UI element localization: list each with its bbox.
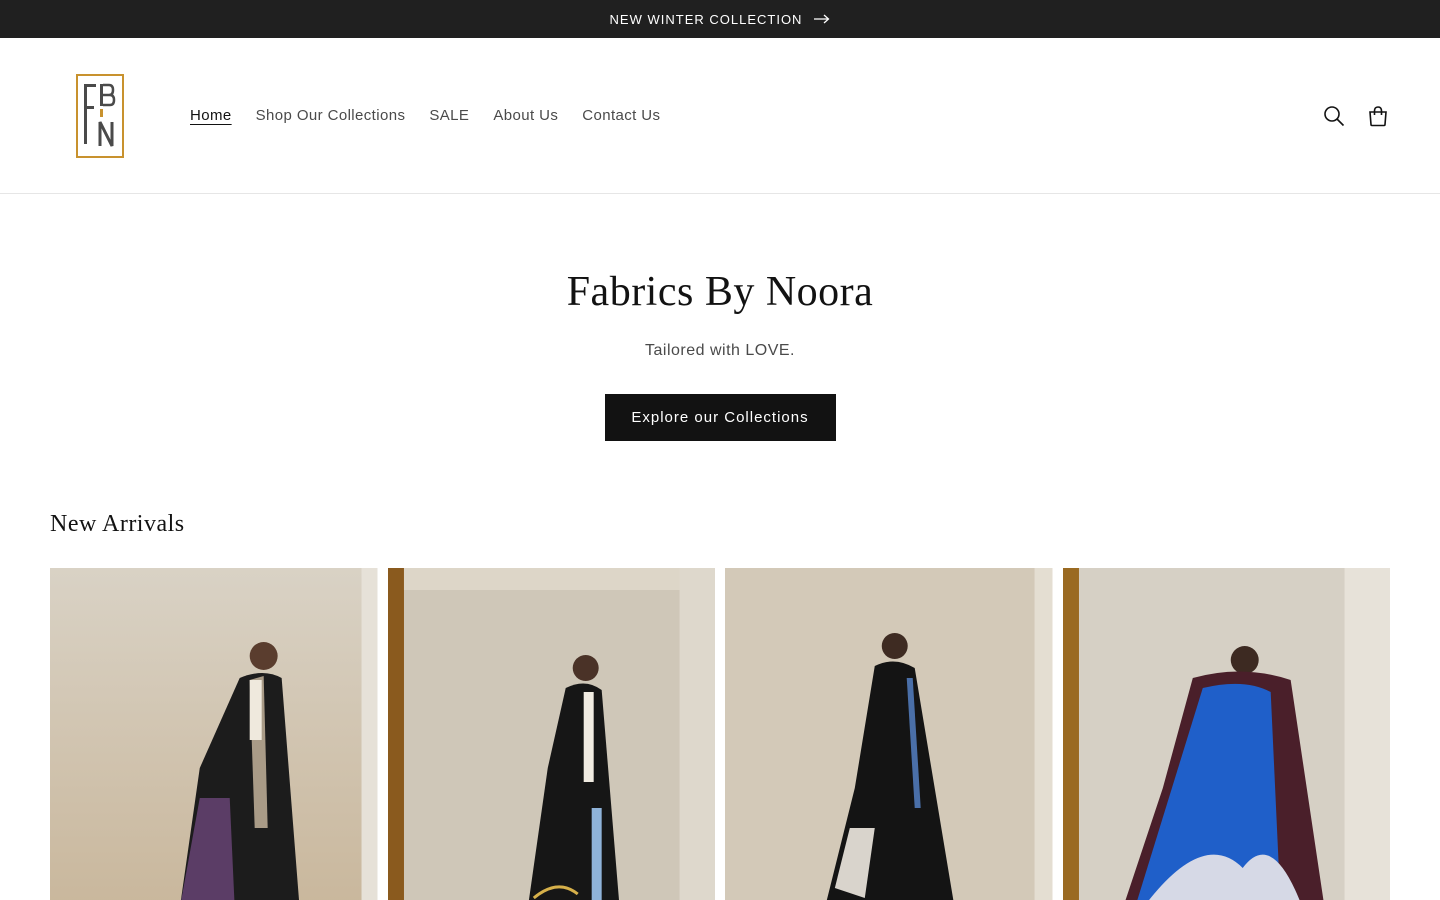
header-icons [1322, 38, 1390, 194]
nav-home[interactable]: Home [178, 104, 244, 128]
product-card[interactable] [1062, 568, 1390, 900]
nav-sale[interactable]: SALE [417, 104, 481, 128]
announcement-text: NEW WINTER COLLECTION [609, 11, 803, 27]
brand-logo[interactable] [50, 38, 150, 194]
nav-contact[interactable]: Contact Us [570, 104, 672, 128]
product-card[interactable] [725, 568, 1053, 900]
arrow-right-icon [814, 14, 830, 24]
logo-mark [76, 73, 124, 158]
new-arrivals-section: New Arrivals [0, 441, 1440, 900]
cart-icon[interactable] [1366, 104, 1390, 128]
product-card[interactable] [387, 568, 715, 900]
nav-shop-collections[interactable]: Shop Our Collections [244, 104, 418, 128]
nav-about[interactable]: About Us [481, 104, 570, 128]
hero-subtitle: Tailored with LOVE. [644, 342, 795, 359]
product-image [725, 568, 1053, 900]
product-grid [50, 568, 1390, 900]
product-image [1062, 568, 1390, 900]
search-icon[interactable] [1322, 104, 1346, 128]
product-card[interactable] [50, 568, 378, 900]
site-header: Home Shop Our Collections SALE About Us … [0, 38, 1440, 194]
explore-collections-button[interactable]: Explore our Collections [604, 394, 836, 441]
product-image [387, 568, 715, 900]
main-nav: Home Shop Our Collections SALE About Us … [178, 104, 672, 128]
hero-section: Fabrics By Noora Tailored with LOVE. Exp… [0, 194, 1440, 441]
hero-title: Fabrics By Noora [566, 269, 874, 315]
announcement-bar: NEW WINTER COLLECTION [0, 0, 1440, 38]
product-image [50, 568, 378, 900]
section-heading: New Arrivals [50, 511, 185, 537]
announcement-link[interactable]: NEW WINTER COLLECTION [610, 12, 831, 27]
